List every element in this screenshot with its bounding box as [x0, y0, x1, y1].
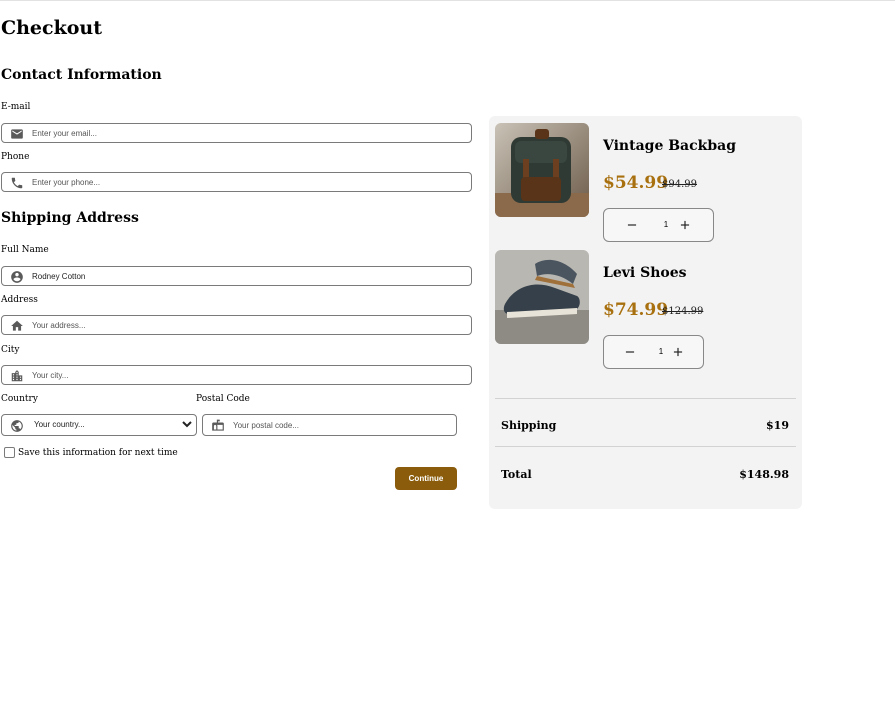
- country-select[interactable]: Your country...: [30, 416, 195, 432]
- phone-field-wrap: [1, 172, 472, 192]
- phone-icon: [11, 177, 23, 189]
- product-price: $54.99: [603, 173, 669, 193]
- globe-icon: [11, 420, 23, 432]
- shipping-label: Shipping: [501, 419, 557, 432]
- total-value: $148.98: [739, 468, 789, 481]
- full-name-label: Full Name: [1, 245, 49, 255]
- mailbox-icon: [212, 419, 224, 431]
- email-field-wrap: [1, 123, 472, 143]
- postal-code-field[interactable]: [233, 418, 450, 432]
- shipping-heading: Shipping Address: [1, 210, 139, 226]
- postal-code-label: Postal Code: [196, 394, 250, 404]
- page-title: Checkout: [1, 17, 103, 39]
- email-label: E-mail: [1, 102, 31, 112]
- continue-button[interactable]: Continue: [395, 467, 457, 490]
- save-info-checkbox[interactable]: [4, 447, 15, 458]
- summary-divider: [495, 398, 796, 399]
- contact-heading: Contact Information: [1, 67, 162, 83]
- summary-divider: [495, 446, 796, 447]
- plus-icon[interactable]: [678, 218, 692, 232]
- plus-icon[interactable]: [671, 345, 685, 359]
- order-summary-card: Vintage Backbag $54.99 $94.99 1 Levi Sho…: [489, 116, 802, 509]
- address-field-wrap: [1, 315, 472, 335]
- address-label: Address: [1, 295, 38, 305]
- total-label: Total: [501, 468, 532, 481]
- product-name: Vintage Backbag: [603, 138, 736, 154]
- full-name-field[interactable]: [32, 269, 465, 283]
- shipping-value: $19: [766, 419, 789, 432]
- minus-icon[interactable]: [623, 345, 637, 359]
- quantity-value: 1: [663, 220, 669, 229]
- product-old-price: $124.99: [662, 306, 704, 317]
- shoes-image: [495, 250, 589, 344]
- product-old-price: $94.99: [662, 179, 697, 190]
- city-field-wrap: [1, 365, 472, 385]
- product-price: $74.99: [603, 300, 669, 320]
- save-info-label: Save this information for next time: [18, 448, 178, 458]
- account-icon: [11, 271, 23, 283]
- city-icon: [11, 370, 23, 382]
- postal-code-field-wrap: [202, 414, 457, 436]
- city-field[interactable]: [32, 368, 465, 382]
- phone-field[interactable]: [32, 175, 465, 189]
- quantity-stepper: 1: [603, 335, 704, 369]
- quantity-value: 1: [658, 347, 664, 356]
- quantity-stepper: 1: [603, 208, 714, 242]
- mail-icon: [11, 129, 23, 139]
- address-field[interactable]: [32, 318, 465, 332]
- backpack-image: [495, 123, 589, 217]
- phone-label: Phone: [1, 152, 30, 162]
- country-select-wrap: Your country...: [1, 414, 197, 436]
- full-name-field-wrap: [1, 266, 472, 286]
- city-label: City: [1, 345, 20, 355]
- country-label: Country: [1, 394, 38, 404]
- minus-icon[interactable]: [625, 218, 639, 232]
- email-field[interactable]: [32, 126, 465, 140]
- product-name: Levi Shoes: [603, 265, 687, 281]
- home-icon: [11, 320, 23, 331]
